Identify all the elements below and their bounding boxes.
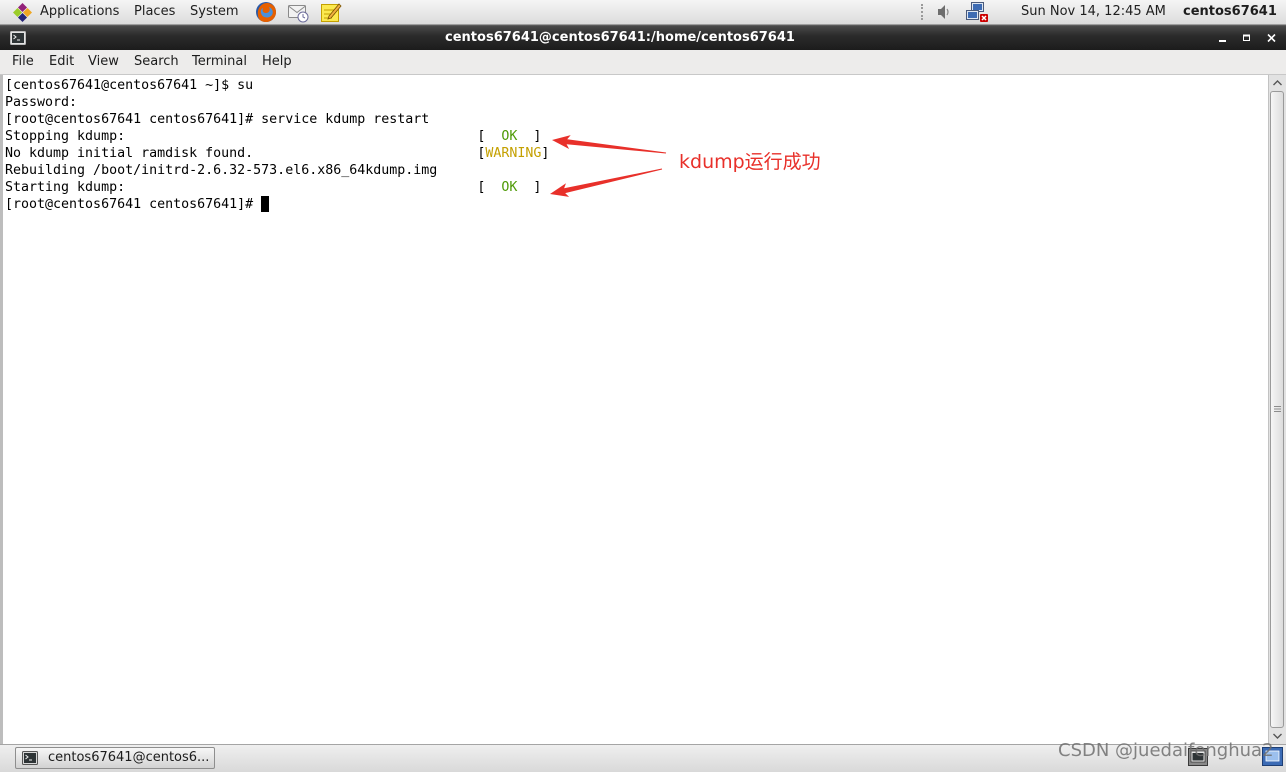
user-menu[interactable]: centos67641 [1183, 2, 1277, 22]
minimize-button[interactable] [1214, 30, 1232, 46]
watermark: CSDN @juedaifenghua2 [1058, 740, 1274, 761]
panel-separator [921, 4, 923, 20]
line-text: Stopping kdump: [5, 129, 126, 144]
close-button[interactable] [1263, 30, 1281, 46]
menu-file[interactable]: File [12, 50, 34, 74]
firefox-icon[interactable] [255, 1, 277, 23]
terminal-output: [centos67641@centos67641 ~]$ su Password… [5, 77, 549, 213]
close-icon [1267, 33, 1276, 43]
places-menu[interactable]: Places [134, 2, 175, 22]
text-cursor [261, 196, 270, 212]
terminal-line: Stopping kdump: [ OK ] [5, 128, 541, 145]
line-text: [root@centos67641 centos67641]# [5, 197, 262, 212]
annotation-label: kdump运行成功 [679, 151, 821, 173]
menu-terminal[interactable]: Terminal [192, 50, 247, 74]
status-bracket-open: [ [477, 180, 502, 195]
network-disconnected-icon[interactable] [965, 1, 989, 23]
centos-logo-icon[interactable] [12, 2, 33, 23]
status-word: OK [501, 180, 518, 195]
notes-icon[interactable] [320, 1, 342, 23]
status-ok: [ OK ] [477, 128, 541, 145]
status-word: OK [501, 129, 518, 144]
terminal-line: Starting kdump: [ OK ] [5, 179, 541, 196]
line-text: Password: [5, 95, 78, 110]
taskbar-window-label: centos67641@centos6... [48, 750, 210, 765]
terminal-line: [root@centos67641 centos67641]# service … [5, 111, 437, 128]
status-word: WARNING [485, 146, 542, 161]
status-warning: [WARNING] [477, 145, 549, 162]
maximize-button[interactable] [1238, 30, 1256, 46]
taskbar-window-button[interactable]: centos67641@centos6... [15, 747, 215, 769]
menu-bar: File Edit View Search Terminal Help [0, 50, 1286, 75]
grip-icon [1274, 406, 1281, 412]
annotation-arrow [552, 135, 667, 154]
scroll-up-button[interactable] [1269, 75, 1286, 91]
line-text: [root@centos67641 centos67641]# service … [5, 112, 430, 127]
line-text: Rebuilding /boot/initrd-2.6.32-573.el6.x… [5, 163, 438, 178]
line-text: Starting kdump: [5, 180, 126, 195]
vertical-scrollbar[interactable] [1268, 75, 1286, 744]
terminal-icon [22, 750, 38, 766]
annotation-arrow [550, 168, 663, 197]
window-title: centos67641@centos67641:/home/centos6764… [445, 30, 795, 45]
chevron-up-icon [1273, 80, 1282, 86]
menu-view[interactable]: View [88, 50, 119, 74]
status-bracket-open: [ [477, 129, 502, 144]
status-bracket-close: ] [517, 180, 542, 195]
maximize-icon [1243, 34, 1250, 41]
annotation-arrows [550, 135, 667, 197]
line-text: [centos67641@centos67641 ~]$ su [5, 78, 254, 93]
terminal-line: No kdump initial ramdisk found. [WARNING] [5, 145, 549, 162]
window-titlebar[interactable]: centos67641@centos67641:/home/centos6764… [0, 25, 1286, 50]
applications-menu[interactable]: Applications [40, 2, 119, 22]
scrollbar-thumb[interactable] [1270, 91, 1284, 728]
terminal-line: [centos67641@centos67641 ~]$ su [5, 77, 437, 94]
clock[interactable]: Sun Nov 14, 12:45 AM [1021, 2, 1166, 22]
terminal-line: Rebuilding /boot/initrd-2.6.32-573.el6.x… [5, 162, 437, 179]
volume-icon[interactable] [936, 3, 952, 21]
evolution-mail-icon[interactable] [287, 1, 309, 23]
top-panel: Applications Places System Sun Nov 14, 1… [0, 0, 1286, 25]
line-text: No kdump initial ramdisk found. [5, 146, 254, 161]
terminal-prompt-line: [root@centos67641 centos67641]# [5, 196, 437, 213]
status-ok: [ OK ] [477, 179, 541, 196]
status-bracket-close: ] [517, 129, 542, 144]
minimize-icon [1219, 40, 1226, 42]
menu-help[interactable]: Help [262, 50, 292, 74]
terminal-line: Password: [5, 94, 437, 111]
system-menu[interactable]: System [190, 2, 238, 22]
menu-search[interactable]: Search [134, 50, 179, 74]
menu-edit[interactable]: Edit [49, 50, 74, 74]
terminal-icon[interactable] [10, 30, 26, 46]
